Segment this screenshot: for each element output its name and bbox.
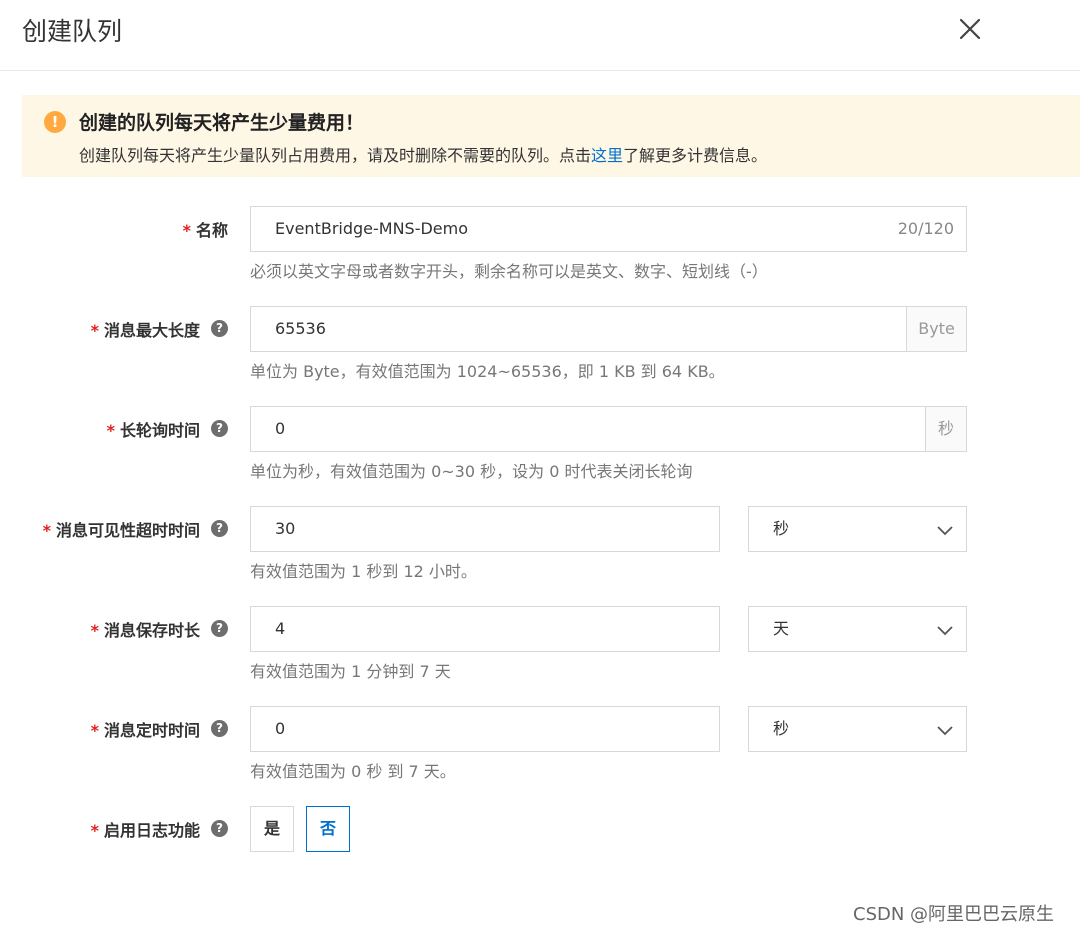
name-char-counter: 20/120 <box>897 219 954 238</box>
logging-yes-button[interactable]: 是 <box>250 806 294 852</box>
warning-icon: ! <box>44 111 66 133</box>
name-label: * 名称 <box>182 221 228 240</box>
help-icon[interactable]: ? <box>211 320 228 337</box>
chevron-down-icon <box>937 626 953 636</box>
alert-desc-text: 创建队列每天将产生少量队列占用费用，请及时删除不需要的队列。点击 <box>79 146 592 165</box>
alert-description: 创建队列每天将产生少量队列占用费用，请及时删除不需要的队列。点击这里了解更多计费… <box>79 142 767 166</box>
dialog-header: 创建队列 <box>0 0 1080 71</box>
delay-hint: 有效值范围为 0 秒 到 7 天。 <box>250 762 456 781</box>
logging-no-button[interactable]: 否 <box>306 806 350 852</box>
help-icon[interactable]: ? <box>211 620 228 637</box>
visibility-timeout-input[interactable]: 30 <box>250 506 720 552</box>
alert-title: 创建的队列每天将产生少量费用！ <box>79 112 365 134</box>
billing-info-link[interactable]: 这里 <box>591 146 623 165</box>
max-size-label: * 消息最大长度 <box>90 321 200 340</box>
required-mark: * <box>90 621 99 640</box>
watermark: CSDN @阿里巴巴云原生 <box>853 904 1055 925</box>
retention-value: 4 <box>275 619 286 638</box>
max-size-hint: 单位为 Byte，有效值范围为 1024~65536，即 1 KB 到 64 K… <box>250 362 725 381</box>
select-value: 天 <box>773 619 790 638</box>
visibility-timeout-hint: 有效值范围为 1 秒到 12 小时。 <box>250 562 477 581</box>
long-polling-unit: 秒 <box>925 406 967 452</box>
visibility-timeout-label: * 消息可见性超时时间 <box>42 521 200 540</box>
alert-desc-tail: 了解更多计费信息。 <box>623 146 768 165</box>
long-polling-input[interactable]: 0 <box>250 406 926 452</box>
delay-input[interactable]: 0 <box>250 706 720 752</box>
long-polling-hint: 单位为秒，有效值范围为 0~30 秒，设为 0 时代表关闭长轮询 <box>250 462 693 481</box>
retention-input[interactable]: 4 <box>250 606 720 652</box>
delay-label: * 消息定时时间 <box>90 721 200 740</box>
chevron-down-icon <box>937 726 953 736</box>
visibility-timeout-value: 30 <box>275 519 296 538</box>
delay-unit-select[interactable]: 秒 <box>748 706 967 752</box>
help-icon[interactable]: ? <box>211 520 228 537</box>
required-mark: * <box>90 821 99 840</box>
chevron-down-icon <box>937 526 953 536</box>
name-input[interactable]: EventBridge-MNS-Demo 20/120 <box>250 206 967 252</box>
help-icon[interactable]: ? <box>211 720 228 737</box>
max-size-value: 65536 <box>275 319 326 338</box>
close-icon[interactable] <box>950 10 990 50</box>
billing-alert: ! 创建的队列每天将产生少量费用！ 创建队列每天将产生少量队列占用费用，请及时删… <box>22 95 1080 177</box>
required-mark: * <box>182 221 191 240</box>
long-polling-value: 0 <box>275 419 286 438</box>
help-icon[interactable]: ? <box>211 820 228 837</box>
name-input-value: EventBridge-MNS-Demo <box>275 219 469 238</box>
max-size-unit: Byte <box>906 306 967 352</box>
retention-label: * 消息保存时长 <box>90 621 200 640</box>
select-value: 秒 <box>773 519 790 538</box>
required-mark: * <box>106 421 115 440</box>
required-mark: * <box>90 721 99 740</box>
retention-unit-select[interactable]: 天 <box>748 606 967 652</box>
select-value: 秒 <box>773 719 790 738</box>
help-icon[interactable]: ? <box>211 420 228 437</box>
delay-value: 0 <box>275 719 286 738</box>
long-polling-label: * 长轮询时间 <box>106 421 200 440</box>
max-size-input[interactable]: 65536 <box>250 306 907 352</box>
name-hint: 必须以英文字母或者数字开头，剩余名称可以是英文、数字、短划线（-） <box>250 262 768 281</box>
retention-hint: 有效值范围为 1 分钟到 7 天 <box>250 662 451 681</box>
dialog-title: 创建队列 <box>22 17 123 46</box>
visibility-timeout-unit-select[interactable]: 秒 <box>748 506 967 552</box>
required-mark: * <box>90 321 99 340</box>
required-mark: * <box>42 521 51 540</box>
logging-label: * 启用日志功能 <box>90 821 200 840</box>
